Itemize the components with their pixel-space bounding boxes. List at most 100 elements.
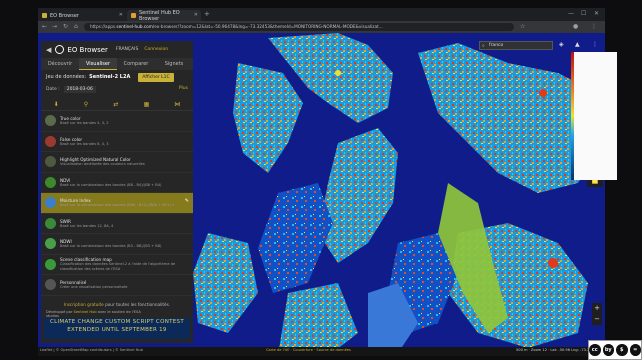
developer-note: Développé par Sentinel Hub avec le souti… [41,310,193,318]
close-window-icon[interactable]: ✕ [594,10,599,17]
layer-thumbnail [45,135,56,147]
layer-text: True color Basé sur les bandes 4, 3, 2 [60,116,109,126]
download-icon[interactable]: ⬇ [54,101,59,108]
signup-link[interactable]: Inscription gratuite [64,302,104,307]
graduation-cap-icon[interactable]: ▲ [575,41,580,48]
menu-dots-icon[interactable]: ⋮ [592,41,598,48]
sentinel-hub-link[interactable]: Sentinel Hub [74,310,97,314]
home-icon[interactable]: ⌂ [74,23,78,30]
layer-description: Basé sur les bandes 4, 3, 2 [60,121,109,125]
timelapse-icon[interactable]: ▦ [144,101,150,108]
layer-item[interactable]: True color Basé sur les bandes 4, 3, 2 [41,111,193,132]
zoom-out-button[interactable]: − [592,314,602,325]
zoom-in-button[interactable]: + [592,303,602,314]
panel-header: ◀ EO Browser FRANÇAIS Connexion [41,41,193,58]
creative-commons-badge: cc by $ = [588,340,642,360]
more-options-link[interactable]: Plus [179,86,188,91]
share-icon[interactable]: ⋈ [174,101,180,108]
browser-menu-icon[interactable]: ⋮ [591,23,597,30]
layer-description: Classification des données Sentinel-2 à … [60,262,176,271]
layer-description: Créer une visualisation personnalisée [60,285,128,289]
login-link[interactable]: Connexion [144,47,168,52]
side-panel: ◀ EO Browser FRANÇAIS Connexion Découvri… [41,41,193,343]
tab-compare[interactable]: Comparer [117,58,155,70]
tab-discover[interactable]: Découvrir [41,58,79,70]
attribution-text: Leaflet | © OpenStreetMap contributors |… [40,348,143,352]
map-links[interactable]: Carte de l'UE · Couverture · Source de d… [266,348,351,352]
dataset-value: Sentinel-2 L2A [89,74,131,80]
back-icon[interactable]: ← [42,23,47,30]
layer-thumbnail [45,156,56,168]
date-label: Date : [46,86,60,92]
reload-icon[interactable]: ↻ [63,23,68,30]
layer-text: False color Basé sur les bandes 8, 4, 3 [60,137,109,147]
tab-label: Visualiser [85,60,111,67]
location-search-input[interactable]: ⌕ franco [479,41,553,50]
layer-thumbnail [45,279,56,291]
layer-description: Basé sur les bandes 8, 4, 3 [60,141,109,146]
layer-item[interactable]: Highlight Optimized Natural Color Visuali… [41,152,193,173]
url-prefix: https://apps. [90,24,117,29]
collapse-panel-icon[interactable]: ◀ [46,46,51,54]
tab-label: EO Browser [50,12,79,19]
layer-thumbnail [45,258,56,270]
layers-icon[interactable]: ◈ [559,41,564,48]
eo-browser-logo-icon [55,45,65,54]
tab-label: Signets [164,61,184,67]
layer-thumbnail [45,217,56,229]
tab-label: Comparer [123,61,149,67]
layer-item[interactable]: Scene classification map Classification d… [41,255,193,275]
layer-text: NDWI Basé sur la combinaison des bandes (… [60,239,161,249]
layer-description: Basé sur la combinaison des bandes (B8A … [60,203,174,207]
bookmark-star-icon[interactable]: ☆ [520,23,525,30]
legend-gradient [571,52,574,180]
layer-description: Basé sur la combinaison des bandes (B8 -… [60,182,162,187]
tab-visualize[interactable]: Visualiser [79,58,117,70]
layer-text: Highlight Optimized Natural Color Visuali… [60,157,145,167]
close-tab-icon[interactable]: ✕ [119,12,123,18]
layer-text: Scene classification map Classification d… [60,257,193,271]
minimize-icon[interactable]: — [568,10,574,17]
new-tab-icon[interactable]: + [204,10,210,18]
date-row: Date : 2018-03-06 Plus [41,84,193,94]
contest-banner[interactable]: CLIMATE CHANGE CUSTOM SCRIPT CONTEST EXT… [44,318,190,339]
search-value: franco [489,43,504,48]
profile-icon[interactable]: ● [573,23,578,30]
layer-item[interactable]: NDWI Basé sur la combinaison des bandes (… [41,234,193,255]
legend-panel [571,52,617,180]
date-picker[interactable]: 2018-03-06 [63,85,96,93]
layer-item[interactable]: Personnalisé Créer une visualisation pers… [41,275,193,296]
layer-description: Basé sur la combinaison des bandes (B3 -… [60,244,162,248]
close-tab-icon[interactable]: ✕ [194,12,198,18]
show-l1c-button[interactable]: Afficher L1C [138,72,174,82]
favicon-icon [42,13,47,18]
language-selector[interactable]: FRANÇAIS [116,47,138,52]
layer-toolbar: ⬇ ⚲ ⇄ ▦ ⋈ [41,98,193,111]
maximize-icon[interactable]: ☐ [581,10,586,17]
url-field[interactable]: https://apps.sentinel-hub.com/eo-browser… [84,23,514,31]
layer-thumbnail [45,197,56,209]
edit-layer-icon[interactable]: ✎ [185,198,189,204]
search-icon: ⌕ [482,43,485,49]
browser-tab-eo[interactable]: EO Browser ✕ [38,10,126,21]
nd-icon: = [629,344,641,356]
layer-thumbnail [45,115,56,127]
browser-tab-bar: EO Browser ✕ Sentinel Hub EO Browser ✕ +… [38,8,605,22]
layer-item[interactable]: Moisture Index Basé sur la combinaison de… [41,193,193,214]
layer-thumbnail [45,176,56,188]
tab-bookmarks[interactable]: Signets [155,58,193,70]
layer-item[interactable]: False color Basé sur les bandes 8, 4, 3 [41,132,193,152]
zoom-control: + − [592,303,602,325]
forward-icon[interactable]: → [52,23,57,30]
by-icon: by [602,344,614,356]
browser-tab-sentinel[interactable]: Sentinel Hub EO Browser ✕ [127,10,201,22]
developer-suffix: avec le soutien de l'ESA [96,310,141,314]
layer-item[interactable]: SWIR Basé sur les bandes 12, 8A, 4 [41,214,193,234]
layer-item[interactable]: NDVI Basé sur la combinaison des bandes (… [41,173,193,193]
compare-icon[interactable]: ⇄ [113,101,118,108]
pin-icon[interactable]: ⚲ [84,101,88,108]
browser-window: EO Browser ✕ Sentinel Hub EO Browser ✕ +… [38,8,605,356]
signup-note-text: pour toutes les fonctionnalités. [103,302,171,307]
layer-text: NDVI Basé sur la combinaison des bandes (… [60,178,161,188]
map-status-bar: Leaflet | © OpenStreetMap contributors |… [38,347,605,356]
